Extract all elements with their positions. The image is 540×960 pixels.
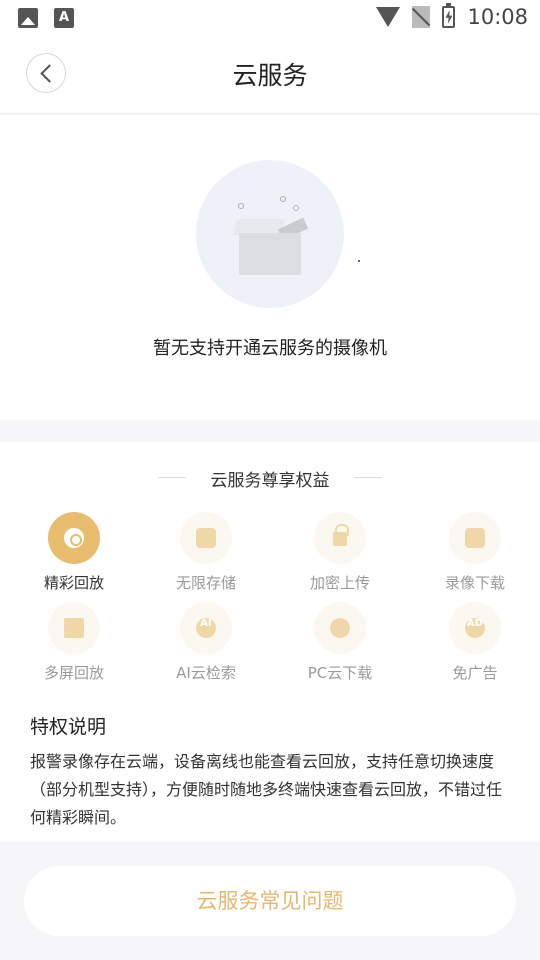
page-title: 云服务 — [232, 61, 308, 90]
privilege-title: 特权说明 — [30, 716, 107, 738]
no-ads-icon: AD — [449, 602, 501, 654]
divider — [354, 477, 382, 478]
benefit-label: PC云下载 — [307, 664, 373, 682]
benefit-label: 无限存储 — [175, 574, 236, 592]
status-bar: A 10:08 — [0, 0, 540, 36]
ai-cloud-icon: AI — [180, 602, 232, 654]
ai-badge: AI — [200, 618, 212, 629]
multi-screen-icon — [48, 602, 100, 654]
benefit-multi-screen[interactable]: 多屏回放 — [7, 602, 141, 683]
sparkle-icon — [280, 196, 286, 202]
font-notification-icon: A — [54, 8, 74, 28]
benefits-title: 云服务尊享权益 — [210, 471, 330, 491]
benefit-encrypt[interactable]: 加密上传 — [273, 512, 407, 593]
empty-state: 暂无支持开通云服务的摄像机 — [0, 115, 540, 420]
benefits-section: 云服务尊享权益 精彩回放 无限存储 加密上传 录像下载 多屏回放 AI AI云检… — [0, 442, 540, 842]
benefit-pc-download[interactable]: PC云下载 — [273, 602, 407, 683]
benefit-label: 加密上传 — [309, 574, 370, 592]
benefit-label: 精彩回放 — [43, 574, 104, 592]
benefit-label: 多屏回放 — [43, 664, 104, 682]
battery-charging-icon — [442, 3, 456, 28]
benefit-label: AI云检索 — [176, 664, 236, 682]
sparkle-icon — [238, 203, 244, 209]
sparkle-icon — [293, 205, 299, 211]
benefit-replay[interactable]: 精彩回放 — [7, 512, 141, 593]
privilege-description: 报警录像存在云端，设备离线也能查看云回放，支持任意切换速度（部分机型支持），方便… — [30, 752, 503, 827]
benefit-ai-search[interactable]: AI AI云检索 — [139, 602, 273, 683]
replay-icon — [48, 512, 100, 564]
app-header: 云服务 — [0, 36, 540, 114]
storage-icon — [180, 512, 232, 564]
benefit-video-download[interactable]: 录像下载 — [408, 512, 540, 593]
clock: 10:08 — [467, 5, 528, 29]
empty-message: 暂无支持开通云服务的摄像机 — [153, 338, 387, 359]
benefit-label: 免广告 — [452, 664, 498, 682]
benefit-no-ads[interactable]: AD 免广告 — [408, 602, 540, 683]
cloud-download-icon — [314, 602, 366, 654]
ads-badge: AD — [466, 618, 484, 629]
no-sim-icon — [412, 6, 431, 28]
wifi-icon — [376, 7, 401, 27]
faq-button[interactable]: 云服务常见问题 — [24, 866, 516, 936]
empty-box-icon — [232, 211, 309, 283]
lock-icon — [314, 512, 366, 564]
gallery-notification-icon — [18, 8, 38, 28]
benefit-label: 录像下载 — [444, 574, 505, 592]
benefit-storage[interactable]: 无限存储 — [139, 512, 273, 593]
video-icon — [449, 512, 501, 564]
